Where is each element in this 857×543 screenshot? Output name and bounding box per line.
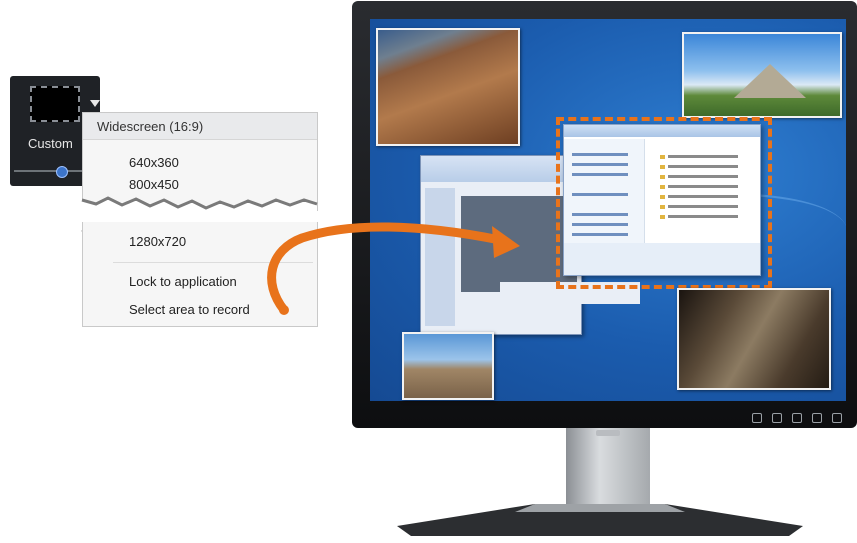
menu-item-800x450[interactable]: 800x450	[129, 177, 179, 192]
menu-item-select-area[interactable]: Select area to record	[129, 302, 250, 317]
menu-item-640x360[interactable]: 640x360	[129, 155, 179, 170]
menu-header: Widescreen (16:9)	[83, 113, 317, 140]
photo-ruins	[677, 288, 831, 390]
photo-pyramid	[682, 32, 842, 118]
photo-colosseum	[402, 332, 494, 400]
photo-petra	[376, 28, 520, 146]
slide-thumbnails[interactable]	[425, 188, 455, 326]
monitor-stand-base	[397, 504, 803, 536]
monitor-button-icon	[752, 413, 762, 423]
power-button-icon	[832, 413, 842, 423]
dropdown-menu-top: Widescreen (16:9) 640x360 800x450	[82, 112, 318, 211]
menu-item-lock-to-application[interactable]: Lock to application	[129, 274, 237, 289]
monitor-button-icon	[792, 413, 802, 423]
menu-item-1280x720[interactable]: 1280x720	[129, 234, 186, 249]
monitor-button-icon	[772, 413, 782, 423]
monitor-logo	[596, 430, 620, 436]
menu-header-label: Widescreen (16:9)	[97, 119, 204, 134]
caret-down-icon[interactable]	[90, 100, 100, 107]
monitor-button-icon	[812, 413, 822, 423]
recorder-label: Custom	[28, 136, 73, 151]
slider-knob[interactable]	[56, 166, 68, 178]
selection-rectangle[interactable]	[556, 117, 772, 289]
menu-separator	[113, 262, 313, 263]
dropdown-menu-bottom: 1280x720 Lock to application Select area…	[82, 222, 318, 327]
dashed-region-icon[interactable]	[30, 86, 80, 122]
monitor-buttons	[752, 410, 852, 428]
